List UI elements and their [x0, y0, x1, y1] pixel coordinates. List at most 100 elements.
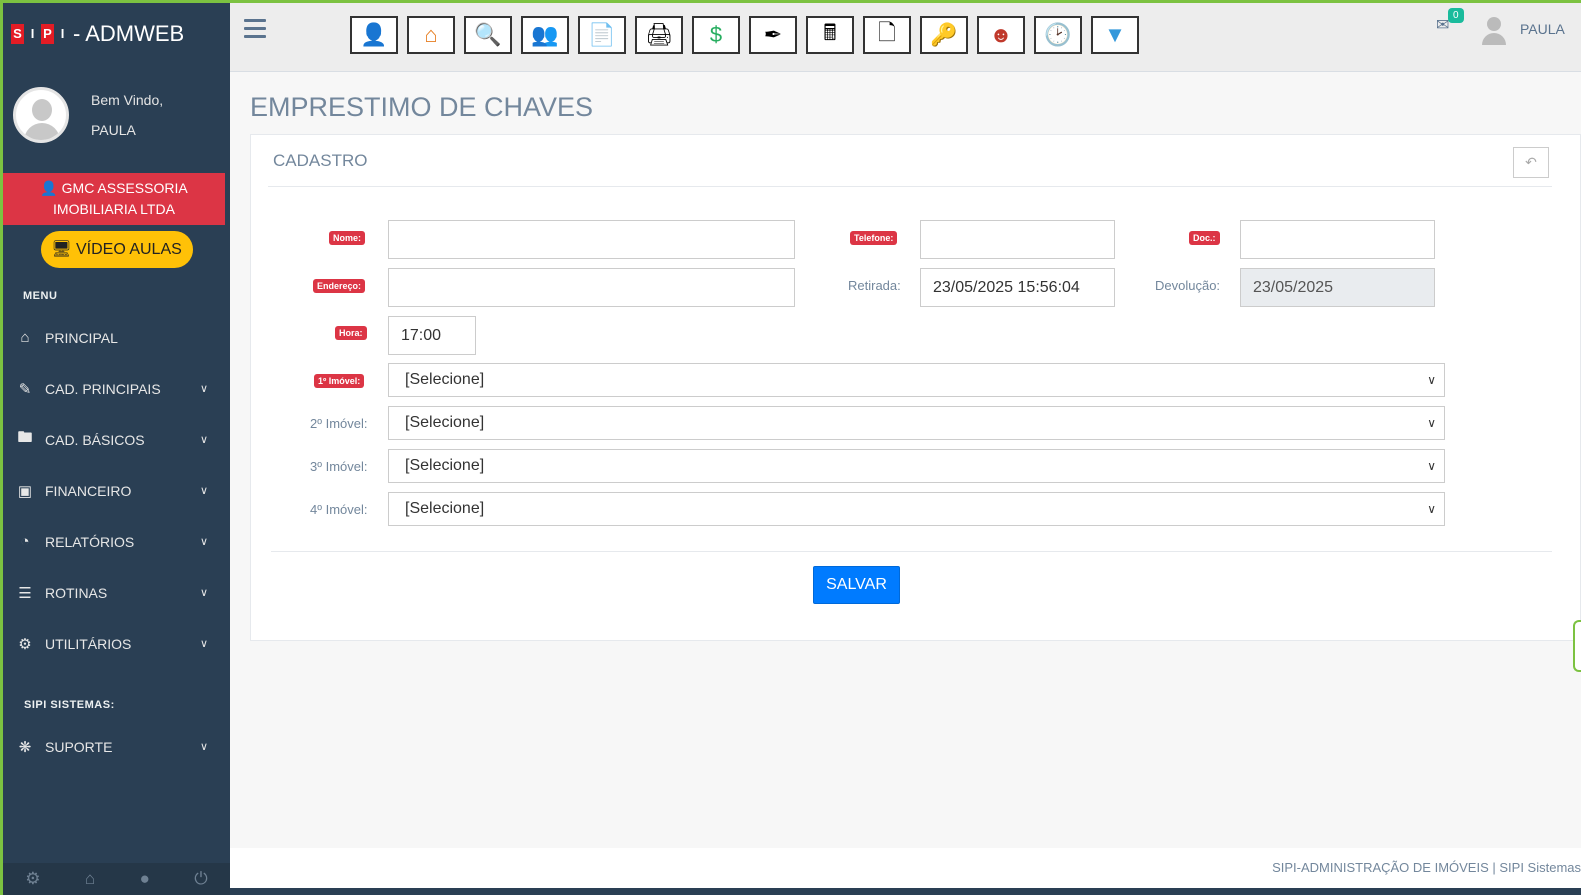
mail-count-badge: 0 [1448, 8, 1464, 23]
pie-chart-icon: ◔ [20, 533, 30, 550]
imovel4-label: 4º Imóvel: [310, 502, 368, 517]
sidebar-item-cad-basicos[interactable]: 🖿 CAD. BÁSICOS ∨ [3, 414, 230, 465]
pen-icon[interactable]: ✒ [749, 16, 797, 54]
chevron-down-icon: ∨ [199, 485, 208, 497]
house-icon[interactable]: ⌂ [407, 16, 455, 54]
retirada-input[interactable] [920, 268, 1115, 307]
filter-icon[interactable]: ▼ [1091, 16, 1139, 54]
printer-icon[interactable]: 🖨 [635, 16, 683, 54]
documents-icon[interactable]: 🗋 [863, 16, 911, 54]
chevron-down-icon: ∨ [1427, 459, 1436, 473]
nome-input[interactable] [388, 220, 795, 259]
menu-toggle-icon[interactable] [244, 19, 266, 43]
imovel2-select[interactable]: [Selecione] ∨ [388, 406, 1445, 440]
sidebar-item-utilitarios[interactable]: ⚙ UTILITÁRIOS ∨ [3, 618, 230, 669]
telefone-label: Telefone: [850, 231, 898, 245]
home-icon: ⌂ [20, 329, 30, 346]
group-icon[interactable]: 👥 [521, 16, 569, 54]
user-avatar[interactable] [1482, 15, 1506, 45]
chevron-down-icon: ∨ [1427, 502, 1436, 516]
chevron-down-icon: ∨ [199, 638, 208, 650]
sidebar-item-financeiro[interactable]: ▣ FINANCEIRO ∨ [3, 465, 230, 516]
support-menu: ❋ SUPORTE ∨ [3, 721, 230, 772]
hora-label: Hora: [335, 326, 367, 340]
keys-icon[interactable]: 🔑 [920, 16, 968, 54]
sidebar-menu: ⌂ PRINCIPAL ✎ CAD. PRINCIPAIS ∨ 🖿 CAD. B… [3, 312, 230, 669]
sidebar-item-cad-principais[interactable]: ✎ CAD. PRINCIPAIS ∨ [3, 363, 230, 414]
sipi-logo: S I P I [11, 24, 69, 44]
search-key-icon[interactable]: 🔍 [464, 16, 512, 54]
support-title: SIPI SISTEMAS: [24, 699, 115, 711]
home-icon[interactable]: ⌂ [85, 869, 95, 889]
sidebar-item-relatorios[interactable]: ◔ RELATÓRIOS ∨ [3, 516, 230, 567]
company-name: GMC ASSESSORIA IMOBILIARIA LTDA [53, 180, 188, 217]
imovel3-label: 3º Imóvel: [310, 459, 368, 474]
save-button[interactable]: SALVAR [813, 566, 900, 604]
hora-input[interactable] [388, 316, 476, 355]
telefone-input[interactable] [920, 220, 1115, 259]
footer-text: SIPI-ADMINISTRAÇÃO DE IMÓVEIS | SIPI Sis… [1272, 860, 1581, 875]
back-button[interactable]: ↶ [1513, 147, 1549, 178]
calendar-clock-icon[interactable]: 🕑 [1034, 16, 1082, 54]
side-tab-handle[interactable] [1573, 620, 1581, 672]
user-name[interactable]: PAULA [1520, 21, 1565, 37]
sidebar-item-principal[interactable]: ⌂ PRINCIPAL [3, 312, 230, 363]
money-add-icon[interactable]: $ [692, 16, 740, 54]
divider [268, 186, 1552, 187]
sidebar-item-suporte[interactable]: ❋ SUPORTE ∨ [3, 721, 230, 772]
endereco-label: Endereço: [313, 279, 366, 293]
brand[interactable]: S I P I - ADMWEB [3, 3, 230, 65]
imovel2-label: 2º Imóvel: [310, 416, 368, 431]
reply-icon: ↶ [1525, 154, 1537, 170]
imovel3-select[interactable]: [Selecione] ∨ [388, 449, 1445, 483]
avatar [13, 87, 69, 143]
menu-title: MENU [23, 290, 58, 302]
money-icon: ▣ [17, 482, 33, 500]
bottom-strip [230, 888, 1581, 895]
welcome-text: Bem Vindo, [91, 92, 164, 108]
devolucao-input [1240, 268, 1435, 307]
page-title: EMPRESTIMO DE CHAVES [250, 92, 594, 122]
chevron-down-icon: ∨ [1427, 373, 1436, 387]
user-icon: 👤 [40, 180, 58, 196]
user-icon[interactable]: ● [140, 869, 150, 889]
video-aulas-button[interactable]: 🖥 VÍDEO AULAS [40, 231, 193, 268]
edit-icon: ✎ [18, 380, 32, 398]
contract-icon[interactable]: 📄 [578, 16, 626, 54]
doc-input[interactable] [1240, 220, 1435, 259]
quick-toolbar: 👤 ⌂ 🔍 👥 📄 🖨 $ ✒ 🖩 🗋 🔑 ☻ 🕑 ▼ [350, 16, 1139, 54]
chevron-down-icon: ∨ [199, 383, 208, 395]
gear-icon[interactable]: ⚙ [25, 869, 40, 889]
attendant-icon[interactable]: ☻ [977, 16, 1025, 54]
chevron-down-icon: ∨ [199, 587, 208, 599]
company-banner: 👤 GMC ASSESSORIA IMOBILIARIA LTDA [3, 173, 225, 225]
folder-icon: 🖿 [17, 429, 33, 446]
calculator-icon[interactable]: 🖩 [806, 16, 854, 54]
sidebar: S I P I - ADMWEB Bem Vindo, PAULA 👤 GMC … [0, 0, 230, 895]
doc-label: Doc.: [1189, 231, 1220, 245]
sidebar-item-rotinas[interactable]: ☰ ROTINAS ∨ [3, 567, 230, 618]
imovel1-label: 1º Imóvel: [314, 374, 365, 388]
database-icon: ☰ [18, 584, 32, 602]
gear-icon: ⚙ [18, 635, 32, 653]
chevron-down-icon: ∨ [199, 434, 208, 446]
chevron-down-icon: ∨ [199, 741, 208, 753]
owner-user-icon[interactable]: 👤 [350, 16, 398, 54]
imovel4-select[interactable]: [Selecione] ∨ [388, 492, 1445, 526]
divider [271, 551, 1552, 552]
endereco-input[interactable] [388, 268, 795, 307]
chevron-down-icon: ∨ [1427, 416, 1436, 430]
footer: SIPI-ADMINISTRAÇÃO DE IMÓVEIS | SIPI Sis… [230, 848, 1581, 888]
profile: Bem Vindo, PAULA [3, 65, 230, 165]
retirada-label: Retirada: [848, 278, 901, 293]
power-icon[interactable]: ⏻ [194, 869, 207, 889]
panel-title: CADASTRO [273, 151, 368, 170]
sidebar-footer: ⚙ ⌂ ● ⏻ [3, 863, 230, 895]
brand-title: - ADMWEB [73, 21, 185, 46]
imovel1-select[interactable]: [Selecione] ∨ [388, 363, 1445, 397]
cadastro-panel: CADASTRO ↶ Nome: Telefone: Doc.: Endereç… [250, 134, 1581, 641]
topbar: 👤 ⌂ 🔍 👥 📄 🖨 $ ✒ 🖩 🗋 🔑 ☻ 🕑 ▼ ✉ 0 PAULA [230, 0, 1581, 72]
devolucao-label: Devolução: [1155, 278, 1221, 293]
nome-label: Nome: [329, 231, 366, 245]
bug-icon: ❋ [18, 738, 32, 756]
